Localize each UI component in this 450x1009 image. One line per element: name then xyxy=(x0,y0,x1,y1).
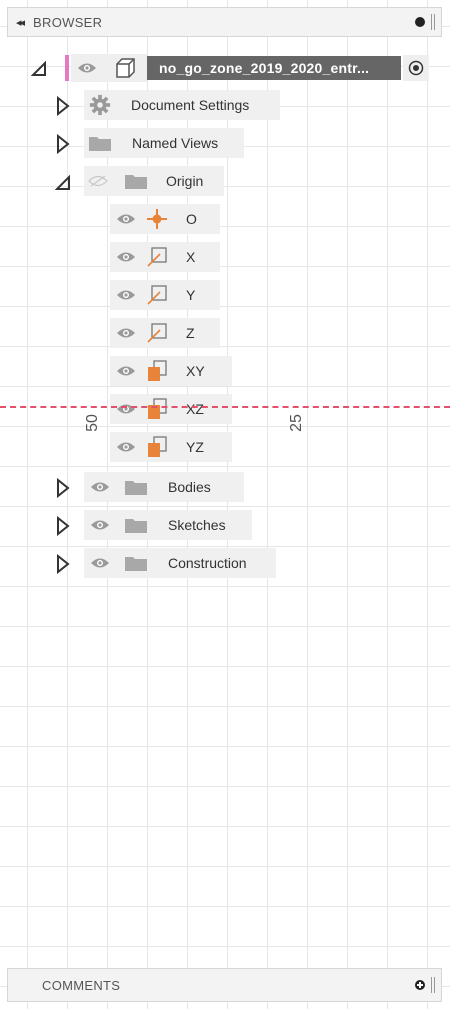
browser-title: BROWSER xyxy=(33,14,103,30)
tree-item-label: Construction xyxy=(168,555,247,571)
collapse-panel-icon[interactable]: ◂◂ xyxy=(16,16,25,29)
eye-icon[interactable] xyxy=(116,403,136,415)
eye-icon[interactable] xyxy=(77,62,97,74)
panel-grip-icon[interactable] xyxy=(431,14,435,30)
folder-icon xyxy=(125,175,147,189)
tree-item-label: Y xyxy=(186,287,196,303)
active-marker xyxy=(65,55,69,81)
comments-header: COMMENTS xyxy=(7,968,442,1002)
axis-icon xyxy=(147,247,167,267)
tree-item-label: O xyxy=(186,211,197,227)
eye-icon[interactable] xyxy=(116,327,136,339)
axis-icon xyxy=(147,285,167,305)
tree-item-origin[interactable]: Origin xyxy=(84,166,224,196)
origin-item-x-axis[interactable]: X xyxy=(110,242,220,272)
eye-hidden-icon[interactable] xyxy=(88,175,108,187)
plane-icon xyxy=(148,398,167,419)
root-component-name[interactable]: no_go_zone_2019_2020_entr... xyxy=(147,56,401,80)
add-comment-icon[interactable] xyxy=(415,980,425,990)
tree-item-label: Document Settings xyxy=(131,97,250,113)
folder-icon xyxy=(125,519,147,533)
eye-icon[interactable] xyxy=(90,557,110,569)
plane-icon xyxy=(148,360,167,381)
axis-icon xyxy=(147,323,167,343)
folder-icon xyxy=(125,481,147,495)
plane-icon xyxy=(148,436,167,457)
ruler-label: 25 xyxy=(287,414,305,432)
origin-point-icon xyxy=(147,209,167,229)
expand-triangle-icon[interactable] xyxy=(55,134,71,154)
eye-icon[interactable] xyxy=(116,213,136,225)
tree-item-bodies[interactable]: Bodies xyxy=(84,472,244,502)
origin-item-z-axis[interactable]: Z xyxy=(110,318,220,348)
tree-item-sketches[interactable]: Sketches xyxy=(84,510,252,540)
tree-item-label: Sketches xyxy=(168,517,226,533)
tree-item-label: Origin xyxy=(166,173,204,189)
tree-item-label: Bodies xyxy=(168,479,211,495)
ruler-label: 50 xyxy=(83,414,101,432)
root-controls xyxy=(71,54,147,82)
folder-icon xyxy=(89,137,111,151)
tree-item-named-views[interactable]: Named Views xyxy=(84,128,244,158)
browser-header: ◂◂ BROWSER xyxy=(7,7,442,37)
origin-item-xy-plane[interactable]: XY xyxy=(110,356,232,386)
activate-radio-icon[interactable] xyxy=(403,55,429,81)
eye-icon[interactable] xyxy=(90,481,110,493)
origin-item-yz-plane[interactable]: YZ xyxy=(110,432,232,462)
component-box-icon xyxy=(116,58,135,78)
expand-triangle-icon[interactable] xyxy=(55,554,71,574)
tree-item-label: XY xyxy=(186,363,205,379)
origin-item-y-axis[interactable]: Y xyxy=(110,280,220,310)
expand-triangle-icon[interactable] xyxy=(55,516,71,536)
tree-item-label: XZ xyxy=(186,401,204,417)
tree-item-document-settings[interactable]: Document Settings xyxy=(84,90,280,120)
eye-icon[interactable] xyxy=(116,251,136,263)
origin-item-point[interactable]: O xyxy=(110,204,220,234)
tree-item-label: Named Views xyxy=(132,135,219,151)
expand-triangle-icon[interactable] xyxy=(55,96,71,116)
tree-item-construction[interactable]: Construction xyxy=(84,548,276,578)
panel-grip-icon[interactable] xyxy=(431,977,435,993)
eye-icon[interactable] xyxy=(116,289,136,301)
comments-title: COMMENTS xyxy=(42,977,121,993)
construction-line xyxy=(0,406,450,408)
folder-icon xyxy=(125,557,147,571)
expanded-triangle-icon[interactable] xyxy=(31,58,47,78)
origin-item-xz-plane[interactable]: XZ xyxy=(110,394,232,424)
eye-icon[interactable] xyxy=(116,441,136,453)
root-component-row[interactable]: no_go_zone_2019_2020_entr... xyxy=(65,54,438,82)
eye-icon[interactable] xyxy=(116,365,136,377)
expanded-triangle-icon[interactable] xyxy=(55,172,71,192)
eye-icon[interactable] xyxy=(90,519,110,531)
expand-triangle-icon[interactable] xyxy=(55,478,71,498)
tree-item-label: X xyxy=(186,249,196,265)
minimize-icon[interactable] xyxy=(415,17,425,27)
tree-item-label: YZ xyxy=(186,439,204,455)
tree-item-label: Z xyxy=(186,325,195,341)
gear-icon xyxy=(89,94,111,116)
